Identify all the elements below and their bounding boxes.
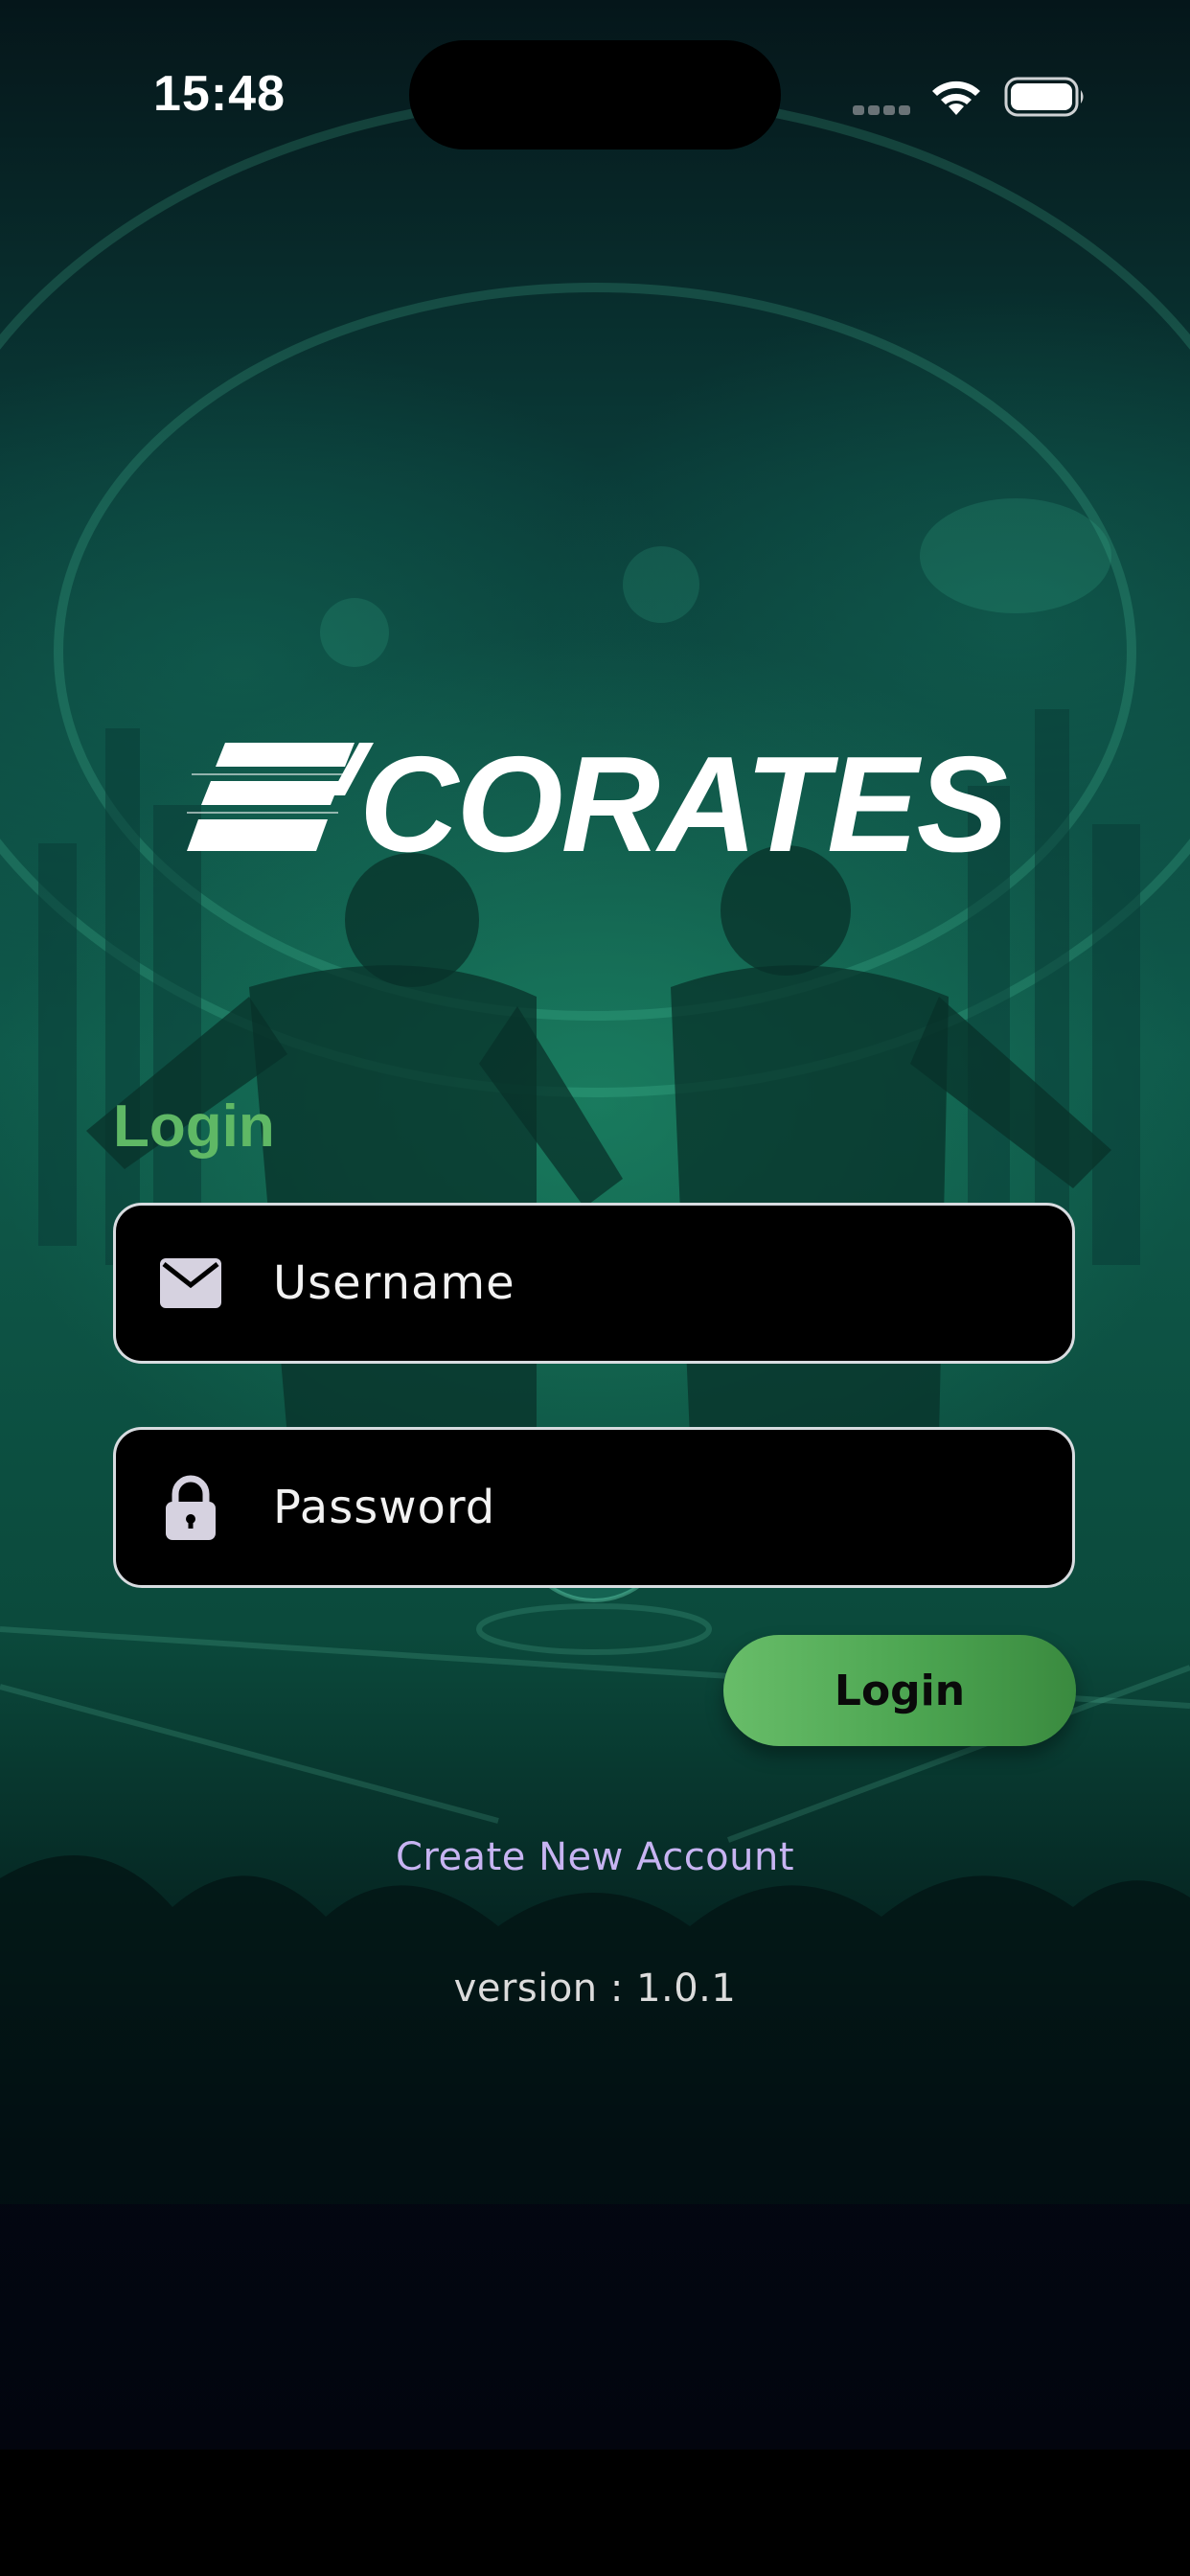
lock-icon	[156, 1473, 225, 1542]
password-field[interactable]	[113, 1427, 1075, 1588]
envelope-icon	[156, 1249, 225, 1318]
password-input[interactable]	[271, 1459, 1003, 1556]
login-screen: 15:48 CORATES Login Username Login Creat…	[0, 0, 1190, 2576]
username-field[interactable]	[113, 1203, 1075, 1364]
create-account-link[interactable]: Create New Account	[0, 1835, 1190, 1879]
status-time: 15:48	[153, 66, 286, 122]
logo-wordmark: CORATES	[359, 738, 1007, 862]
cellular-signal-icon	[853, 105, 910, 115]
dynamic-island	[409, 40, 781, 150]
wifi-icon	[932, 80, 980, 115]
username-input[interactable]	[271, 1234, 1003, 1332]
battery-icon	[1004, 77, 1084, 117]
scorates-logo: CORATES	[187, 738, 1009, 862]
bottom-bar	[0, 2450, 1190, 2576]
login-heading: Login	[113, 1093, 275, 1160]
version-label: version : 1.0.1	[453, 1966, 737, 2011]
login-button[interactable]: Login	[723, 1635, 1076, 1746]
